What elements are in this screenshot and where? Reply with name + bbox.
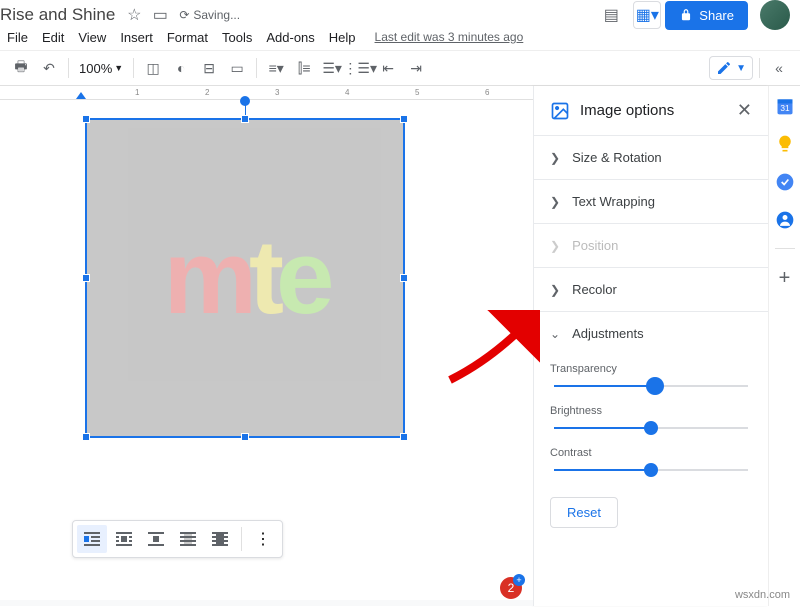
- brightness-slider[interactable]: [554, 427, 748, 429]
- rotate-handle[interactable]: [240, 96, 250, 106]
- svg-text:31: 31: [780, 103, 790, 113]
- chevron-right-icon: ❯: [550, 283, 560, 297]
- section-text-wrapping[interactable]: ❯ Text Wrapping: [534, 179, 768, 223]
- indent-decrease-icon[interactable]: ⇤: [375, 55, 401, 81]
- menu-file[interactable]: File: [0, 28, 35, 47]
- wrap-break-button[interactable]: [141, 525, 171, 553]
- resize-handle-tr[interactable]: [400, 115, 408, 123]
- print-icon[interactable]: 🖶: [8, 55, 34, 81]
- brightness-slider-group: Brightness: [550, 405, 752, 429]
- panel-title: Image options: [580, 102, 727, 119]
- menu-format[interactable]: Format: [160, 28, 215, 47]
- slider-thumb[interactable]: [646, 377, 664, 395]
- image-content: mte: [87, 120, 403, 436]
- crop-icon[interactable]: ◫: [140, 55, 166, 81]
- resize-handle-b[interactable]: [241, 433, 249, 441]
- keep-icon[interactable]: [775, 134, 795, 154]
- bullet-list-icon[interactable]: ⋮☰▾: [347, 55, 373, 81]
- expand-panel-icon[interactable]: «: [766, 55, 792, 81]
- save-status: ⟳Saving...: [179, 8, 240, 22]
- side-rail: 31 +: [768, 86, 800, 606]
- resize-handle-r[interactable]: [400, 274, 408, 282]
- toolbar: 🖶 ↶ 100%▼ ◫ ◐ ⊟ ▭ ≡▾ ⫿≡ ☰▾ ⋮☰▾ ⇤ ⇥ ▼ «: [0, 50, 800, 86]
- notification-badge[interactable]: 2: [500, 577, 522, 599]
- undo-icon[interactable]: ↶: [36, 55, 62, 81]
- share-button[interactable]: Share: [665, 1, 748, 30]
- editing-mode-button[interactable]: ▼: [709, 56, 753, 80]
- menu-tools[interactable]: Tools: [215, 28, 259, 47]
- selected-image[interactable]: mte: [85, 118, 405, 438]
- section-adjustments[interactable]: ⌄ Adjustments: [550, 312, 752, 355]
- image-icon: [550, 101, 570, 121]
- section-size-rotation[interactable]: ❯ Size & Rotation: [534, 135, 768, 179]
- move-icon[interactable]: ▭: [151, 6, 169, 24]
- resize-handle-bl[interactable]: [82, 433, 90, 441]
- menu-edit[interactable]: Edit: [35, 28, 71, 47]
- menu-view[interactable]: View: [71, 28, 113, 47]
- transparency-slider-group: Transparency: [550, 363, 752, 387]
- comment-history-icon[interactable]: ▤: [597, 1, 625, 29]
- chevron-down-icon: ⌄: [550, 327, 560, 341]
- tasks-icon[interactable]: [775, 172, 795, 192]
- section-position: ❯ Position: [534, 223, 768, 267]
- replace-image-icon[interactable]: ⊟: [196, 55, 222, 81]
- pen-icon: [716, 60, 732, 76]
- document-canvas[interactable]: 1 2 3 4 5 6 mte: [0, 86, 533, 606]
- chevron-right-icon: ❯: [550, 195, 560, 209]
- section-recolor[interactable]: ❯ Recolor: [534, 267, 768, 311]
- present-icon[interactable]: ▦▾: [633, 1, 661, 29]
- indent-increase-icon[interactable]: ⇥: [403, 55, 429, 81]
- reset-button[interactable]: Reset: [550, 497, 618, 528]
- page[interactable]: mte ⋮: [0, 100, 533, 600]
- lock-icon: [679, 8, 693, 22]
- more-options-button[interactable]: ⋮: [248, 525, 278, 553]
- resize-handle-br[interactable]: [400, 433, 408, 441]
- line-spacing-icon[interactable]: ⫿≡: [291, 55, 317, 81]
- menu-addons[interactable]: Add-ons: [259, 28, 321, 47]
- close-panel-button[interactable]: ✕: [737, 100, 752, 121]
- horizontal-ruler[interactable]: 1 2 3 4 5 6: [0, 86, 533, 100]
- border-color-icon[interactable]: ▭: [224, 55, 250, 81]
- star-icon[interactable]: ☆: [125, 6, 143, 24]
- wrap-behind-button[interactable]: [173, 525, 203, 553]
- contrast-slider[interactable]: [554, 469, 748, 471]
- menu-insert[interactable]: Insert: [113, 28, 160, 47]
- add-addon-icon[interactable]: +: [779, 267, 791, 290]
- align-icon[interactable]: ≡▾: [263, 55, 289, 81]
- document-title[interactable]: Rise and Shine: [0, 5, 115, 25]
- slider-thumb[interactable]: [644, 421, 658, 435]
- contrast-slider-group: Contrast: [550, 447, 752, 471]
- image-options-panel: Image options ✕ ❯ Size & Rotation ❯ Text…: [533, 86, 768, 606]
- calendar-icon[interactable]: 31: [775, 96, 795, 116]
- chevron-right-icon: ❯: [550, 151, 560, 165]
- wrap-front-button[interactable]: [205, 525, 235, 553]
- image-layout-toolbar: ⋮: [72, 520, 283, 558]
- left-margin-handle[interactable]: [76, 92, 86, 99]
- wrap-inline-button[interactable]: [77, 525, 107, 553]
- mask-icon[interactable]: ◐: [168, 55, 194, 81]
- last-edit-link[interactable]: Last edit was 3 minutes ago: [375, 30, 524, 44]
- contacts-icon[interactable]: [775, 210, 795, 230]
- zoom-select[interactable]: 100%▼: [75, 61, 127, 76]
- transparency-slider[interactable]: [554, 385, 748, 387]
- resize-handle-t[interactable]: [241, 115, 249, 123]
- slider-thumb[interactable]: [644, 463, 658, 477]
- chevron-right-icon: ❯: [550, 239, 560, 253]
- user-avatar[interactable]: [760, 0, 790, 30]
- resize-handle-tl[interactable]: [82, 115, 90, 123]
- watermark: wsxdn.com: [735, 589, 790, 601]
- title-bar: Rise and Shine ☆ ▭ ⟳Saving... ▤ ▦▾ Share: [0, 0, 800, 26]
- menu-bar: File Edit View Insert Format Tools Add-o…: [0, 26, 800, 50]
- menu-help[interactable]: Help: [322, 28, 363, 47]
- resize-handle-l[interactable]: [82, 274, 90, 282]
- list-icon[interactable]: ☰▾: [319, 55, 345, 81]
- wrap-text-button[interactable]: [109, 525, 139, 553]
